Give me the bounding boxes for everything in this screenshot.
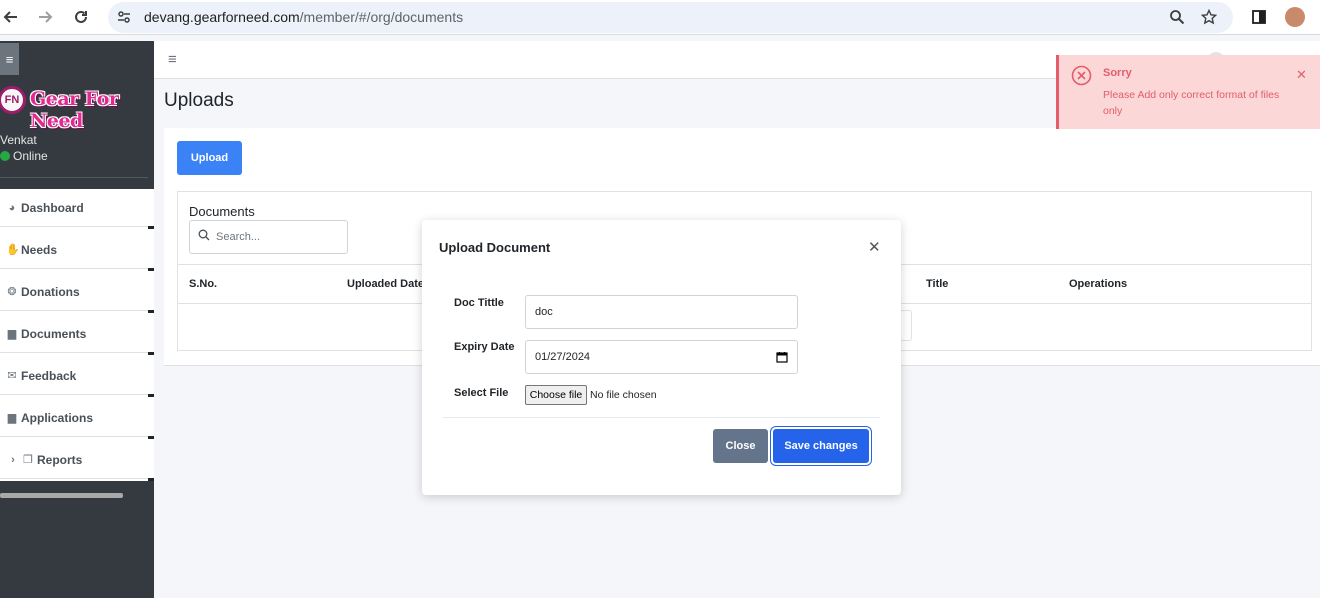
- modal-divider: [443, 417, 880, 418]
- file-icon: ▆: [7, 412, 17, 424]
- online-status-label: Online: [13, 149, 48, 163]
- expiry-date-label: Expiry Date: [454, 341, 515, 353]
- modal-title: Upload Document: [439, 240, 551, 255]
- reload-icon[interactable]: [70, 6, 92, 28]
- upload-button[interactable]: Upload: [177, 141, 242, 175]
- donation-icon: ❂: [7, 286, 17, 298]
- side-panel-icon[interactable]: [1248, 6, 1270, 28]
- online-dot-icon: [0, 151, 10, 161]
- sidebar-item-label: Applications: [21, 410, 94, 425]
- sidebar-item-label: Donations: [21, 284, 80, 299]
- choose-file-button[interactable]: Choose file: [525, 385, 587, 405]
- calendar-icon[interactable]: [776, 351, 788, 363]
- sidebar-toggle-icon[interactable]: ≡: [0, 43, 19, 75]
- doc-title-label: Doc Tittle: [454, 297, 504, 309]
- online-status: Online: [0, 149, 48, 163]
- user-name: Venkat: [0, 133, 37, 147]
- sidebar-item-label: Dashboard: [21, 200, 84, 215]
- save-changes-button[interactable]: Save changes: [773, 429, 869, 463]
- select-file-label: Select File: [454, 387, 509, 399]
- sidebar-item-label: Reports: [37, 452, 83, 467]
- sidebar-scrollbar[interactable]: [0, 493, 123, 498]
- zoom-icon[interactable]: [1166, 6, 1188, 28]
- site-settings-icon[interactable]: [113, 6, 135, 28]
- toast-title: Sorry: [1103, 67, 1132, 79]
- sidebar-item-needs[interactable]: ✋ Needs: [0, 231, 154, 271]
- search-icon: [198, 229, 210, 241]
- back-arrow-icon[interactable]: [0, 6, 22, 28]
- sidebar-item-label: Needs: [21, 242, 58, 257]
- dashboard-icon: ◕: [8, 201, 16, 214]
- pagination[interactable]: [900, 310, 912, 341]
- file-status: No file chosen: [590, 389, 657, 401]
- forward-arrow-icon[interactable]: [34, 6, 56, 28]
- brand-name: Gear For Need: [30, 88, 119, 132]
- column-header-operations: Operations: [1069, 278, 1128, 290]
- sidebar-item-label: Documents: [21, 326, 87, 341]
- url-path: /member/#/org/documents: [299, 9, 464, 25]
- sidebar-item-documents[interactable]: ▆ Documents: [0, 315, 154, 355]
- sidebar-item-feedback[interactable]: ✉ Feedback: [0, 357, 154, 397]
- toast-message: Please Add only correct format of files …: [1103, 89, 1280, 117]
- error-circle-icon: [1071, 65, 1092, 86]
- column-header-title: Title: [926, 278, 949, 290]
- bookmark-star-icon[interactable]: [1198, 6, 1220, 28]
- url-host: devang.gearforneed.com: [144, 9, 300, 25]
- close-button[interactable]: Close: [713, 429, 768, 463]
- sidebar-item-applications[interactable]: ▆ Applications: [0, 399, 154, 439]
- documents-title: Documents: [189, 204, 255, 219]
- toast-close-icon[interactable]: ✕: [1296, 67, 1307, 83]
- sidebar-item-dashboard[interactable]: ◕ Dashboard: [0, 189, 154, 229]
- envelope-icon: ✉: [7, 370, 17, 382]
- modal-close-icon[interactable]: ✕: [868, 238, 881, 256]
- url-text: devang.gearforneed.com/member/#/org/docu…: [144, 9, 463, 25]
- file-icon: ▆: [7, 328, 17, 340]
- brand-logo[interactable]: FN Gear For Need: [0, 84, 154, 132]
- doc-title-input[interactable]: doc: [525, 295, 798, 329]
- chevron-right-icon: ›: [11, 453, 15, 466]
- expiry-date-input[interactable]: 01/27/2024: [525, 340, 798, 374]
- sidebar-item-donations[interactable]: ❂ Donations: [0, 273, 154, 313]
- sidebar-item-reports[interactable]: › ❐ Reports: [0, 441, 154, 481]
- sidebar-item-label: Feedback: [21, 368, 77, 383]
- menu-hamburger-icon[interactable]: ≡: [168, 51, 177, 68]
- column-header-uploaded-date: Uploaded Date: [347, 278, 425, 290]
- copy-icon: ❐: [23, 454, 33, 466]
- brand-logo-mark: FN: [0, 86, 26, 114]
- profile-avatar[interactable]: [1285, 7, 1305, 27]
- search-placeholder: Search...: [216, 231, 261, 243]
- column-header-sno: S.No.: [189, 278, 218, 290]
- search-input[interactable]: [189, 220, 348, 254]
- hands-icon: ✋: [6, 244, 20, 256]
- sidebar-divider: [0, 177, 148, 178]
- page-title: Uploads: [164, 90, 234, 111]
